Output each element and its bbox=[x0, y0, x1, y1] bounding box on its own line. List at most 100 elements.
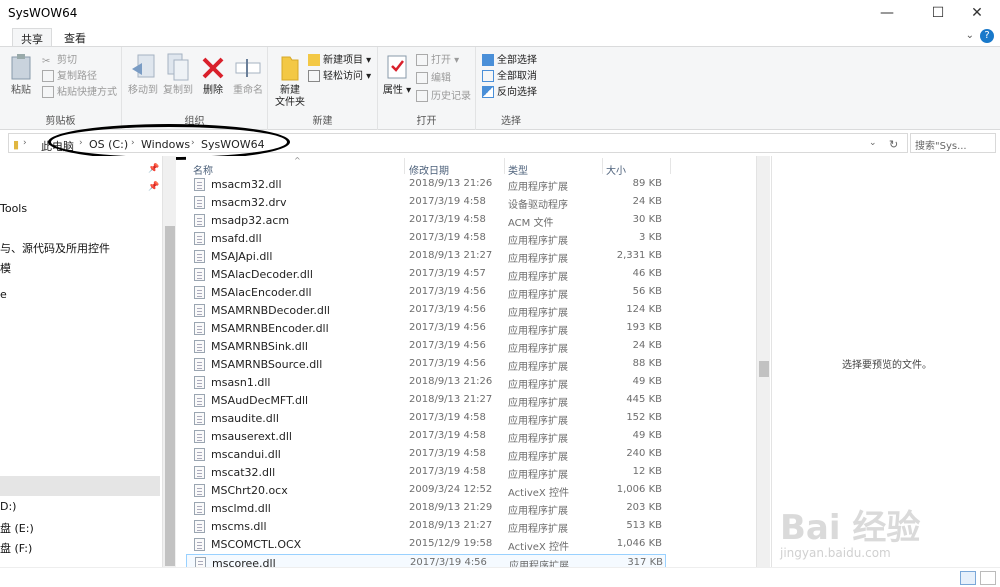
refresh-icon[interactable]: ↻ bbox=[889, 138, 898, 151]
edit-button[interactable]: 编辑 bbox=[416, 71, 451, 87]
file-row[interactable]: MSAJApi.dll 2018/9/13 21:27 应用程序扩展 2,331 KB bbox=[186, 248, 666, 266]
file-type: 应用程序扩展 bbox=[508, 182, 568, 193]
pin-icon[interactable]: 📌 bbox=[148, 164, 159, 174]
file-row[interactable]: mscat32.dll 2017/3/19 4:58 应用程序扩展 12 KB bbox=[186, 464, 666, 482]
file-row[interactable]: MSAlacEncoder.dll 2017/3/19 4:56 应用程序扩展 56 … bbox=[186, 284, 666, 302]
file-row[interactable]: MSChrt20.ocx 2009/3/24 12:52 ActiveX 控件 1,0… bbox=[186, 482, 666, 500]
nav-scrollbar-thumb[interactable] bbox=[165, 226, 175, 566]
file-date: 2017/3/19 4:58 bbox=[409, 466, 486, 477]
file-icon bbox=[194, 376, 205, 389]
file-row[interactable]: msclmd.dll 2018/9/13 21:29 应用程序扩展 203 KB bbox=[186, 500, 666, 518]
pin-icon[interactable]: 📌 bbox=[148, 182, 159, 192]
file-date: 2018/9/13 21:26 bbox=[409, 376, 493, 387]
new-folder-button[interactable]: 新建 文件夹 bbox=[272, 51, 308, 109]
select-all-button[interactable]: 全部选择 bbox=[482, 53, 537, 69]
file-date: 2017/3/19 4:56 bbox=[409, 358, 486, 369]
sort-ascending-icon: ^ bbox=[294, 156, 301, 165]
new-item-icon bbox=[308, 54, 320, 66]
cut-button[interactable]: ✂ 剪切 bbox=[42, 53, 77, 69]
file-size: 445 KB bbox=[626, 394, 662, 405]
file-name: msacm32.dll bbox=[211, 178, 282, 191]
column-divider[interactable] bbox=[504, 158, 505, 174]
close-button[interactable]: ✕ bbox=[954, 0, 1000, 26]
file-row[interactable]: MSAMRNBDecoder.dll 2017/3/19 4:56 应用程序扩展 12… bbox=[186, 302, 666, 320]
nav-item-drive-f[interactable]: 盘 (F:) bbox=[0, 540, 32, 556]
file-icon bbox=[194, 502, 205, 515]
nav-item-drive-e[interactable]: 盘 (E:) bbox=[0, 520, 34, 536]
nav-item-drive-d[interactable]: D:) bbox=[0, 500, 16, 513]
file-row[interactable]: msadp32.acm 2017/3/19 4:58 ACM 文件 30 KB bbox=[186, 212, 666, 230]
tab-view[interactable]: 查看 bbox=[56, 28, 94, 46]
paste-shortcut-button[interactable]: 粘贴快捷方式 bbox=[42, 85, 117, 101]
rename-button[interactable]: 重命名 bbox=[230, 51, 266, 97]
file-row[interactable]: MSAudDecMFT.dll 2018/9/13 21:27 应用程序扩展 445 … bbox=[186, 392, 666, 410]
file-name: msadp32.acm bbox=[211, 214, 290, 227]
invert-selection-button[interactable]: 反向选择 bbox=[482, 85, 537, 101]
nav-item[interactable]: 模 bbox=[0, 260, 11, 276]
chevron-down-icon[interactable]: ⌄ bbox=[869, 138, 877, 148]
paste-button[interactable]: 粘贴 bbox=[6, 51, 36, 97]
column-divider[interactable] bbox=[404, 158, 405, 174]
properties-button[interactable]: 属性 ▾ bbox=[382, 51, 412, 97]
file-row[interactable]: msauserext.dll 2017/3/19 4:58 应用程序扩展 49 KB bbox=[186, 428, 666, 446]
help-icon[interactable]: ? bbox=[980, 29, 994, 43]
history-button[interactable]: 历史记录 bbox=[416, 89, 471, 105]
file-name: MSChrt20.ocx bbox=[211, 484, 288, 497]
file-size: 3 KB bbox=[639, 232, 662, 243]
file-row[interactable]: MSCOMCTL.OCX 2015/12/9 19:58 ActiveX 控件 1,0… bbox=[186, 536, 666, 554]
nav-item[interactable]: 与、源代码及所用控件 bbox=[0, 240, 110, 256]
title-bar: SysWOW64 — ☐ ✕ bbox=[0, 0, 1000, 26]
file-row[interactable]: msacm32.dll 2018/9/13 21:26 应用程序扩展 89 KB bbox=[186, 176, 666, 194]
file-row[interactable]: msacm32.drv 2017/3/19 4:58 设备驱动程序 24 KB bbox=[186, 194, 666, 212]
column-divider[interactable] bbox=[670, 158, 671, 174]
open-button[interactable]: 打开 ▾ bbox=[416, 53, 459, 69]
tab-share[interactable]: 共享 bbox=[12, 28, 52, 46]
minimize-button[interactable]: — bbox=[864, 0, 910, 26]
file-list-scrollbar-thumb[interactable] bbox=[759, 361, 769, 377]
file-row[interactable]: MSAMRNBSource.dll 2017/3/19 4:56 应用程序扩展 88 … bbox=[186, 356, 666, 374]
file-icon bbox=[194, 250, 205, 263]
file-row[interactable]: msaudite.dll 2017/3/19 4:58 应用程序扩展 152 KB bbox=[186, 410, 666, 428]
invert-selection-label: 反向选择 bbox=[497, 87, 537, 98]
search-input[interactable]: 搜索"Sys... bbox=[910, 133, 996, 153]
nav-item[interactable]: Tools bbox=[0, 202, 27, 215]
file-row[interactable]: msafd.dll 2017/3/19 4:58 应用程序扩展 3 KB bbox=[186, 230, 666, 248]
file-type: 应用程序扩展 bbox=[508, 254, 568, 265]
history-icon bbox=[416, 90, 428, 102]
copy-to-button[interactable]: 复制到 bbox=[160, 51, 196, 97]
file-row[interactable]: msasn1.dll 2018/9/13 21:26 应用程序扩展 49 KB bbox=[186, 374, 666, 392]
file-list-scrollbar[interactable] bbox=[756, 156, 770, 567]
file-type: ACM 文件 bbox=[508, 218, 554, 229]
details-view-button[interactable] bbox=[960, 571, 976, 585]
file-type: 应用程序扩展 bbox=[508, 272, 568, 283]
file-date: 2009/3/24 12:52 bbox=[409, 484, 493, 495]
new-item-button[interactable]: 新建项目 ▾ bbox=[308, 53, 371, 69]
copy-to-label: 复制到 bbox=[163, 85, 193, 96]
file-row[interactable]: MSAlacDecoder.dll 2017/3/19 4:57 应用程序扩展 46 … bbox=[186, 266, 666, 284]
nav-scrollbar[interactable] bbox=[162, 156, 176, 567]
paste-icon bbox=[11, 54, 31, 80]
delete-button[interactable]: 删除 bbox=[198, 51, 228, 97]
select-none-button[interactable]: 全部取消 bbox=[482, 69, 537, 85]
file-name: MSAMRNBSink.dll bbox=[211, 340, 308, 353]
nav-selected-item[interactable] bbox=[0, 476, 160, 496]
easy-access-label: 轻松访问 bbox=[323, 71, 363, 82]
organize-group: 移动到 复制到 删除 重命名 组织 bbox=[122, 47, 268, 130]
easy-access-button[interactable]: 轻松访问 ▾ bbox=[308, 69, 371, 85]
file-row[interactable]: mscoree.dll 2017/3/19 4:56 应用程序扩展 317 KB bbox=[186, 554, 666, 567]
chevron-down-icon[interactable]: ⌄ bbox=[966, 30, 974, 41]
move-to-icon bbox=[132, 54, 155, 78]
file-row[interactable]: MSAMRNBEncoder.dll 2017/3/19 4:56 应用程序扩展 19… bbox=[186, 320, 666, 338]
file-type: 应用程序扩展 bbox=[508, 416, 568, 427]
column-divider[interactable] bbox=[602, 158, 603, 174]
file-row[interactable]: mscms.dll 2018/9/13 21:27 应用程序扩展 513 KB bbox=[186, 518, 666, 536]
large-icons-view-button[interactable] bbox=[980, 571, 996, 585]
ribbon-tabs: 共享 查看 ⌄ ? bbox=[0, 26, 1000, 46]
move-to-button[interactable]: 移动到 bbox=[126, 51, 160, 97]
copy-path-button[interactable]: 复制路径 bbox=[42, 69, 97, 85]
file-name: msauserext.dll bbox=[211, 430, 292, 443]
file-row[interactable]: MSAMRNBSink.dll 2017/3/19 4:56 应用程序扩展 24 KB bbox=[186, 338, 666, 356]
nav-item[interactable]: e bbox=[0, 288, 7, 301]
file-row[interactable]: mscandui.dll 2017/3/19 4:58 应用程序扩展 240 KB bbox=[186, 446, 666, 464]
paste-shortcut-label: 粘贴快捷方式 bbox=[57, 87, 117, 98]
